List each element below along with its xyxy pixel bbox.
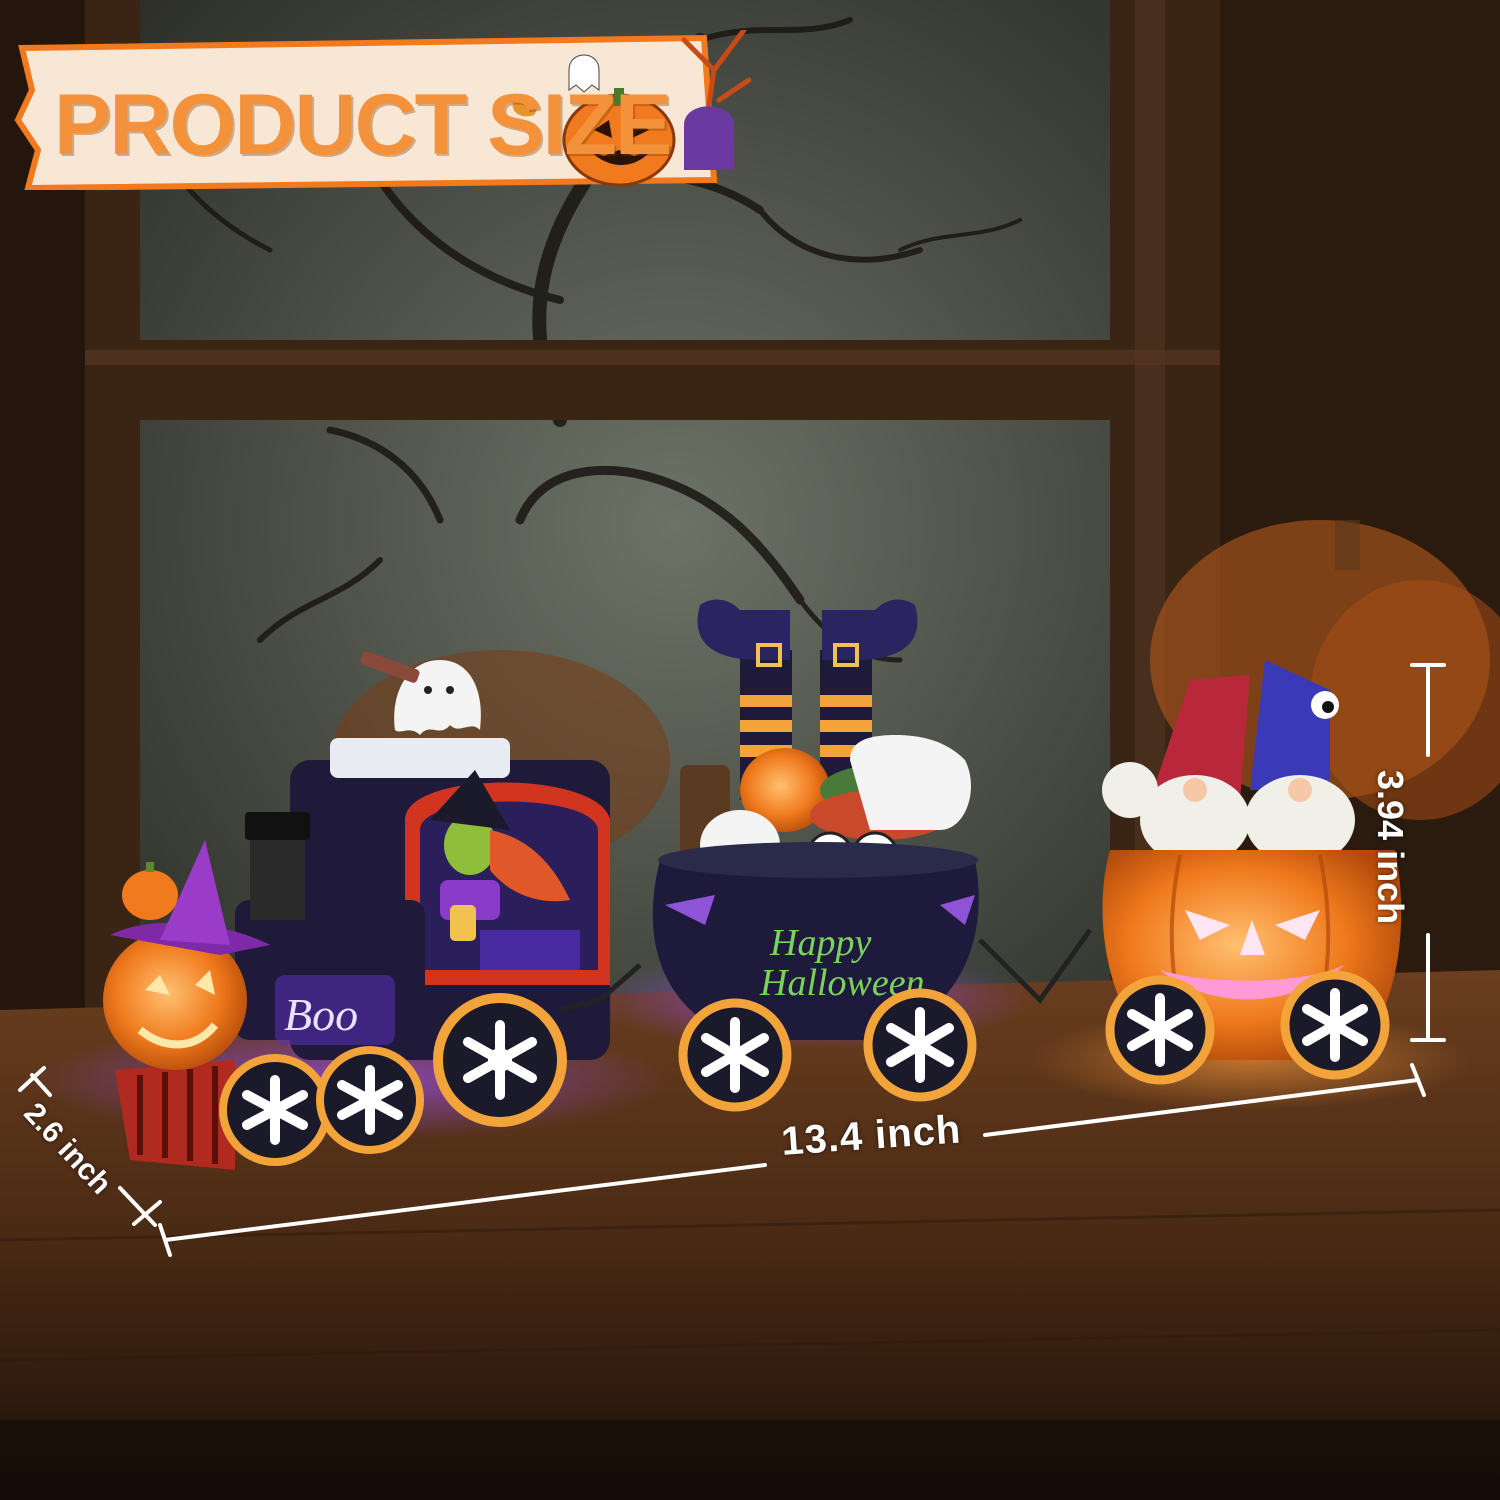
height-dimension-label: 3.94 inch [1370, 770, 1411, 925]
tombstone-icon [684, 106, 734, 170]
product-size-banner: PRODUCT SIZE [14, 30, 754, 190]
boo-text: Boo [284, 989, 358, 1040]
banner-title: PRODUCT SIZE [54, 77, 672, 173]
product-size-image: Boo Happy Halloween PRODUCT SIZE 13.4 in… [0, 0, 1500, 1500]
happy-text: Happy [769, 922, 871, 964]
scene-illustration: Boo Happy Halloween [0, 0, 1500, 1500]
